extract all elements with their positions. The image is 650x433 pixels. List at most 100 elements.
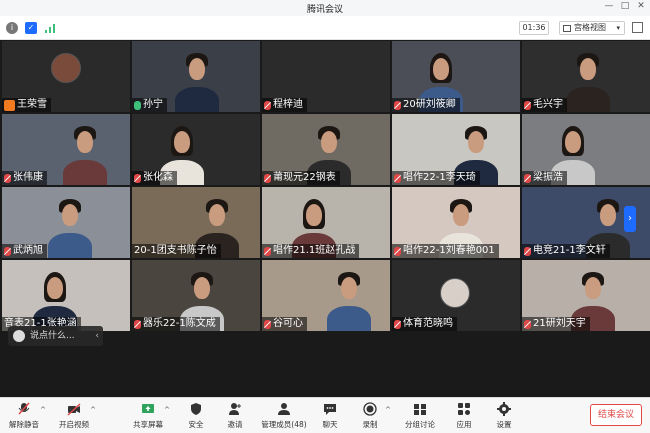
- participant-tile[interactable]: 音表21-1张艳涵: [2, 260, 130, 331]
- mic-off-icon: [264, 173, 271, 183]
- start-video-button[interactable]: 开启视频 ^: [52, 400, 96, 430]
- participant-face: [580, 58, 596, 80]
- participant-face: [194, 277, 210, 299]
- avatar: [51, 53, 81, 83]
- next-page-button[interactable]: ›: [624, 206, 636, 232]
- participant-nametag: 毛兴宇: [522, 98, 567, 112]
- participant-nametag: 谷可心: [262, 317, 307, 331]
- manage-members-button[interactable]: 管理成员(48): [257, 400, 311, 430]
- participant-tile[interactable]: 张伟康: [2, 114, 130, 185]
- quick-chat-input[interactable]: 说点什么... ‹: [8, 326, 103, 346]
- participant-tile[interactable]: 唱作21.1班赵孔战: [262, 187, 390, 258]
- caret-up-icon[interactable]: ^: [40, 406, 46, 414]
- view-mode-button[interactable]: 宫格视图 ▾: [559, 21, 625, 35]
- participant-name: 唱作21.1班赵孔战: [273, 245, 356, 256]
- title-bar: 腾讯会议 — □ ✕: [0, 0, 650, 16]
- participant-face: [433, 58, 449, 80]
- participant-tile[interactable]: 王荣雪: [2, 41, 130, 112]
- chat-button[interactable]: 聊天: [309, 400, 351, 430]
- mic-on-icon: [134, 100, 141, 110]
- manage-members-label: 管理成员(48): [261, 420, 307, 429]
- record-icon: [363, 402, 377, 416]
- chevron-left-icon[interactable]: ‹: [95, 326, 99, 346]
- participant-name: 20研刘筱卿: [403, 99, 456, 110]
- emoji-icon[interactable]: [13, 330, 25, 342]
- participant-tile[interactable]: 谷可心: [262, 260, 390, 331]
- participant-tile[interactable]: 器乐22-1陈文成: [132, 260, 260, 331]
- participant-tile[interactable]: 唱作22-1李天琦: [392, 114, 520, 185]
- end-meeting-button[interactable]: 结束会议: [590, 404, 642, 426]
- participant-name: 体育范晓鸣: [403, 318, 453, 329]
- minimize-icon[interactable]: —: [602, 1, 616, 11]
- quick-chat-placeholder: 说点什么...: [30, 331, 75, 341]
- caret-up-icon[interactable]: ^: [90, 406, 96, 414]
- unmute-button[interactable]: 解除静音 ^: [2, 400, 46, 430]
- participant-tile[interactable]: 孙宁: [132, 41, 260, 112]
- participant-body: [63, 160, 107, 185]
- participant-tile[interactable]: 唱作22-1刘春艳001: [392, 187, 520, 258]
- participant-body: [566, 87, 610, 112]
- participant-body: [327, 306, 371, 331]
- shield-icon[interactable]: ✓: [25, 22, 37, 34]
- apps-label: 应用: [456, 420, 472, 429]
- info-icon[interactable]: i: [6, 22, 18, 34]
- participant-name: 毛兴宇: [533, 99, 563, 110]
- participant-tile[interactable]: 武炳旭: [2, 187, 130, 258]
- fullscreen-icon[interactable]: [632, 22, 643, 33]
- participant-tile[interactable]: 体育范晓鸣: [392, 260, 520, 331]
- host-icon: [4, 99, 15, 111]
- participant-nametag: 王荣雪: [2, 98, 51, 112]
- security-label: 安全: [188, 420, 204, 429]
- invite-button[interactable]: 邀请: [214, 400, 256, 430]
- participant-face: [174, 131, 190, 153]
- mic-off-icon: [524, 100, 531, 110]
- participant-nametag: 21研刘天宇: [522, 317, 590, 331]
- mic-off-icon: [394, 100, 401, 110]
- breakout-rooms-button[interactable]: 分组讨论: [398, 400, 442, 430]
- participant-name: 器乐22-1陈文成: [143, 318, 216, 329]
- participant-tile[interactable]: 梁振浩: [522, 114, 650, 185]
- share-screen-button[interactable]: 共享屏幕 ^: [126, 400, 170, 430]
- participant-nametag: 电竞21-1李文轩: [522, 244, 610, 258]
- window-title: 腾讯会议: [306, 5, 343, 15]
- participant-tile[interactable]: 21研刘天宇: [522, 260, 650, 331]
- apps-button[interactable]: 应用: [443, 400, 485, 430]
- participant-nametag: 20-1团支书陈子怡: [132, 244, 221, 258]
- participant-name: 谷可心: [273, 318, 303, 329]
- caret-up-icon[interactable]: ^: [385, 406, 391, 414]
- mic-off-icon: [524, 319, 531, 329]
- participant-nametag: 程梓迪: [262, 98, 307, 112]
- participant-body: [48, 233, 92, 258]
- gear-icon: [497, 402, 511, 416]
- unmute-label: 解除静音: [9, 420, 39, 429]
- mic-off-icon: [394, 246, 401, 256]
- settings-button[interactable]: 设置: [483, 400, 525, 430]
- participant-nametag: 张化森: [132, 171, 177, 185]
- security-button[interactable]: 安全: [175, 400, 217, 430]
- participant-nametag: 唱作22-1李天琦: [392, 171, 480, 185]
- participant-name: 20-1团支书陈子怡: [134, 245, 217, 256]
- breakout-label: 分组讨论: [405, 420, 435, 429]
- participant-tile[interactable]: 程梓迪: [262, 41, 390, 112]
- participant-tile[interactable]: 莆现元22钢表: [262, 114, 390, 185]
- view-mode-label: 宫格视图: [574, 23, 606, 32]
- mic-off-icon: [134, 319, 141, 329]
- share-screen-icon: [142, 404, 154, 413]
- record-button[interactable]: 录制 ^: [349, 400, 391, 430]
- members-icon: [278, 403, 290, 415]
- close-icon[interactable]: ✕: [634, 1, 648, 11]
- apps-icon: [458, 403, 470, 415]
- participant-name: 电竞21-1李文轩: [533, 245, 606, 256]
- participant-face: [77, 131, 93, 153]
- caret-up-icon[interactable]: ^: [164, 406, 170, 414]
- participant-tile[interactable]: 毛兴宇: [522, 41, 650, 112]
- participant-tile[interactable]: 20研刘筱卿: [392, 41, 520, 112]
- participant-nametag: 唱作21.1班赵孔战: [262, 244, 360, 258]
- mic-off-icon: [524, 173, 531, 183]
- signal-icon[interactable]: [44, 22, 56, 34]
- start-video-label: 开启视频: [59, 420, 89, 429]
- participant-tile[interactable]: 20-1团支书陈子怡: [132, 187, 260, 258]
- maximize-icon[interactable]: □: [618, 1, 632, 11]
- participant-tile[interactable]: 张化森: [132, 114, 260, 185]
- participant-name: 武炳旭: [13, 245, 43, 256]
